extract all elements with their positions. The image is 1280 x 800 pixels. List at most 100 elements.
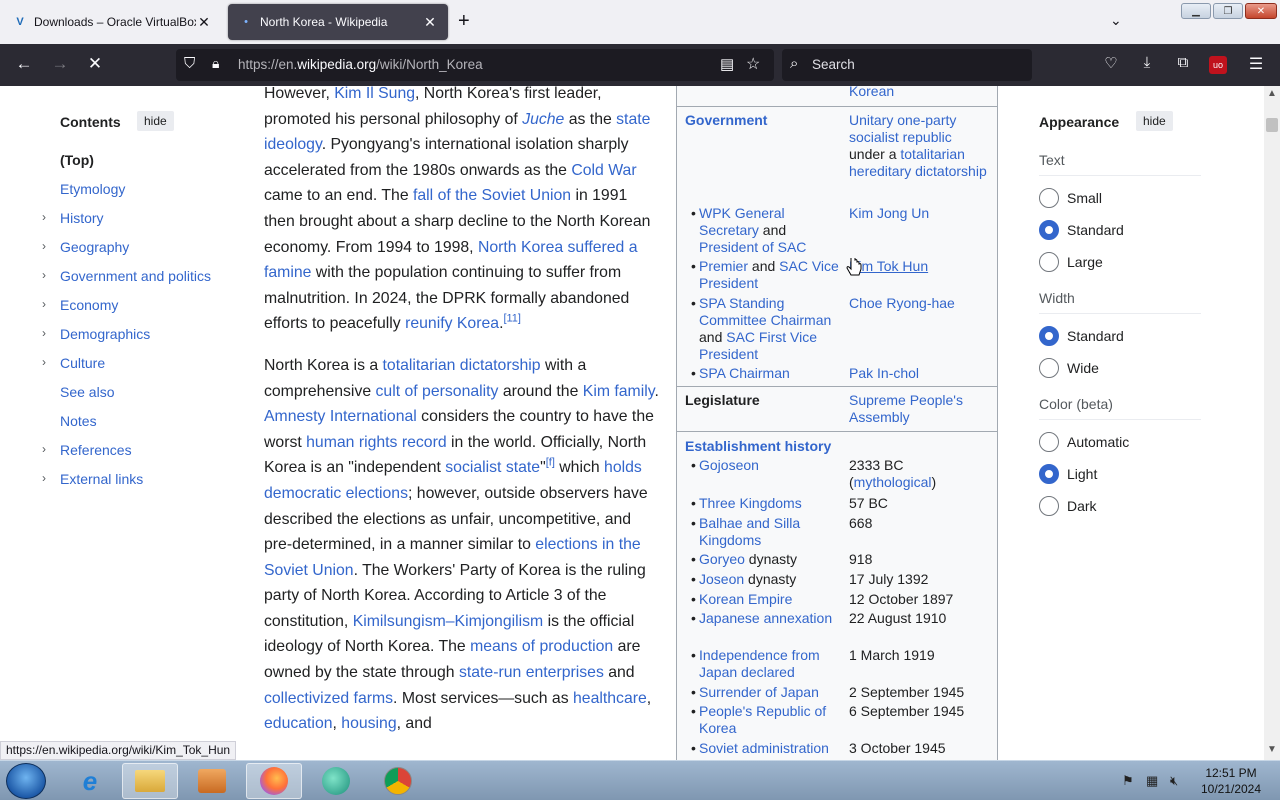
- link-president-of-sac[interactable]: President of SAC: [699, 239, 806, 255]
- radio-label[interactable]: Wide: [1067, 360, 1099, 376]
- radio-color-light[interactable]: [1039, 464, 1059, 484]
- ublock-origin-icon[interactable]: uo: [1209, 56, 1227, 74]
- history-link[interactable]: Soviet administration: [699, 740, 829, 756]
- toc-item-top[interactable]: (Top): [60, 152, 94, 168]
- link-cult-of-personality[interactable]: cult of personality: [376, 383, 499, 400]
- link-spa-chairman[interactable]: SPA Chairman: [699, 365, 790, 381]
- radio-label[interactable]: Dark: [1067, 498, 1097, 514]
- forward-arrow-icon[interactable]: →: [49, 54, 71, 74]
- scroll-up-arrow-icon[interactable]: ▲: [1267, 88, 1277, 99]
- toc-item-notes[interactable]: Notes: [60, 413, 97, 429]
- link-spa-standing-committee-chairman[interactable]: SPA Standing Committee Chairman: [699, 295, 831, 328]
- link-unitary-one-party-republic[interactable]: Unitary one-party socialist republic: [849, 112, 956, 145]
- link-kim-jong-un[interactable]: Kim Jong Un: [849, 205, 989, 222]
- history-link[interactable]: Gojoseon: [699, 457, 759, 473]
- link-kim-family[interactable]: Kim family: [583, 383, 655, 400]
- lock-icon[interactable]: 🔒︎: [212, 55, 219, 72]
- close-tab-icon[interactable]: ✕: [422, 14, 438, 31]
- link-choe-ryong-hae[interactable]: Choe Ryong-hae: [849, 295, 989, 312]
- radio-text-standard[interactable]: [1039, 220, 1059, 240]
- taskbar-file-explorer[interactable]: [122, 763, 178, 799]
- volume-muted-icon[interactable]: 🔇︎: [1170, 773, 1178, 789]
- taskbar-app[interactable]: [308, 763, 364, 799]
- infobox-top-value-link[interactable]: Korean: [849, 86, 989, 100]
- toc-item-demographics[interactable]: Demographics: [60, 326, 150, 342]
- minimize-button[interactable]: ▁: [1181, 3, 1211, 19]
- toc-item-external-links[interactable]: External links: [60, 471, 143, 487]
- toc-item-references[interactable]: References: [60, 442, 132, 458]
- reference-link[interactable]: [11]: [503, 313, 521, 325]
- bookmark-star-icon[interactable]: ☆: [746, 54, 760, 74]
- extensions-icon[interactable]: ⧉: [1172, 54, 1194, 71]
- chevron-right-icon[interactable]: ›: [42, 471, 46, 485]
- link-housing[interactable]: housing: [341, 715, 396, 732]
- toc-item-see-also[interactable]: See also: [60, 384, 114, 400]
- chevron-right-icon[interactable]: ›: [42, 210, 46, 224]
- toc-hide-button[interactable]: hide: [137, 111, 174, 131]
- link-means-of-production[interactable]: means of production: [470, 638, 613, 655]
- scroll-down-arrow-icon[interactable]: ▼: [1267, 744, 1277, 755]
- close-window-button[interactable]: ✕: [1245, 3, 1277, 19]
- history-link[interactable]: Japanese annexation: [699, 610, 832, 626]
- link-supreme-peoples-assembly[interactable]: Supreme People's Assembly: [849, 392, 989, 426]
- history-link[interactable]: Korean Empire: [699, 591, 792, 607]
- link-education[interactable]: education: [264, 715, 333, 732]
- taskbar-chrome[interactable]: [370, 763, 426, 799]
- toc-item-etymology[interactable]: Etymology: [60, 181, 125, 197]
- vertical-scrollbar[interactable]: ▲ ▼: [1264, 86, 1280, 760]
- radio-label[interactable]: Light: [1067, 466, 1097, 482]
- chevron-right-icon[interactable]: ›: [42, 442, 46, 456]
- list-all-tabs-chevron-icon[interactable]: ⌄: [1110, 12, 1122, 29]
- history-link[interactable]: Independence from Japan declared: [699, 647, 820, 680]
- close-tab-icon[interactable]: ✕: [196, 14, 212, 31]
- history-link[interactable]: Goryeo: [699, 551, 745, 567]
- chevron-right-icon[interactable]: ›: [42, 268, 46, 282]
- radio-label[interactable]: Standard: [1067, 222, 1124, 238]
- radio-text-large[interactable]: [1039, 252, 1059, 272]
- link-collectivized-farms[interactable]: collectivized farms: [264, 690, 393, 707]
- link-state-run-enterprises[interactable]: state-run enterprises: [459, 664, 604, 681]
- link-pak-in-chol[interactable]: Pak In-chol: [849, 365, 989, 382]
- pocket-icon[interactable]: ♡: [1100, 54, 1122, 72]
- taskbar-media-player[interactable]: [184, 763, 240, 799]
- url-text[interactable]: https://en.wikipedia.org/wiki/North_Kore…: [238, 57, 483, 72]
- link-juche[interactable]: Juche: [522, 111, 564, 128]
- restore-button[interactable]: ❐: [1213, 3, 1243, 19]
- appearance-hide-button[interactable]: hide: [1136, 111, 1173, 131]
- radio-color-dark[interactable]: [1039, 496, 1059, 516]
- reader-view-icon[interactable]: ▤: [720, 55, 734, 73]
- action-center-icon[interactable]: ⚑: [1122, 773, 1134, 789]
- radio-width-standard[interactable]: [1039, 326, 1059, 346]
- radio-width-wide[interactable]: [1039, 358, 1059, 378]
- radio-label[interactable]: Large: [1067, 254, 1103, 270]
- link-healthcare[interactable]: healthcare: [573, 690, 647, 707]
- system-clock[interactable]: 12:51 PM 10/21/2024: [1196, 765, 1266, 797]
- stop-loading-icon[interactable]: ✕: [84, 54, 106, 74]
- radio-label[interactable]: Standard: [1067, 328, 1124, 344]
- radio-color-automatic[interactable]: [1039, 432, 1059, 452]
- link-kim-il-sung[interactable]: Kim Il Sung: [334, 86, 415, 102]
- network-icon[interactable]: ▦: [1146, 773, 1158, 789]
- back-arrow-icon[interactable]: ←: [13, 54, 35, 74]
- link-socialist-state[interactable]: socialist state: [445, 459, 540, 476]
- history-link[interactable]: Balhae and Silla Kingdoms: [699, 515, 800, 548]
- link-kimilsungism-kimjongilism[interactable]: Kimilsungism–Kimjongilism: [353, 613, 544, 630]
- link-kim-tok-hun[interactable]: Kim Tok Hun: [849, 258, 989, 275]
- tab-north-korea-wikipedia[interactable]: • North Korea - Wikipedia ✕: [228, 4, 448, 40]
- link-amnesty-international[interactable]: Amnesty International: [264, 408, 417, 425]
- link-mythological[interactable]: mythological: [854, 474, 932, 490]
- history-link[interactable]: People's Republic of Korea: [699, 703, 826, 736]
- search-bar[interactable]: ⌕ Search: [782, 49, 1032, 81]
- taskbar-internet-explorer[interactable]: e: [62, 763, 118, 799]
- radio-text-small[interactable]: [1039, 188, 1059, 208]
- toc-item-government-and-politics[interactable]: Government and politics: [60, 268, 211, 284]
- history-link[interactable]: Joseon: [699, 571, 744, 587]
- new-tab-button[interactable]: +: [458, 10, 470, 33]
- history-link[interactable]: Three Kingdoms: [699, 495, 802, 511]
- link-premier[interactable]: Premier: [699, 258, 748, 274]
- government-label[interactable]: Government: [685, 112, 843, 129]
- chevron-right-icon[interactable]: ›: [42, 239, 46, 253]
- url-bar[interactable]: ⛉ 🔒︎ https://en.wikipedia.org/wiki/North…: [176, 49, 774, 81]
- chevron-right-icon[interactable]: ›: [42, 355, 46, 369]
- tab-virtualbox-downloads[interactable]: V Downloads – Oracle VirtualBox ✕: [2, 4, 222, 40]
